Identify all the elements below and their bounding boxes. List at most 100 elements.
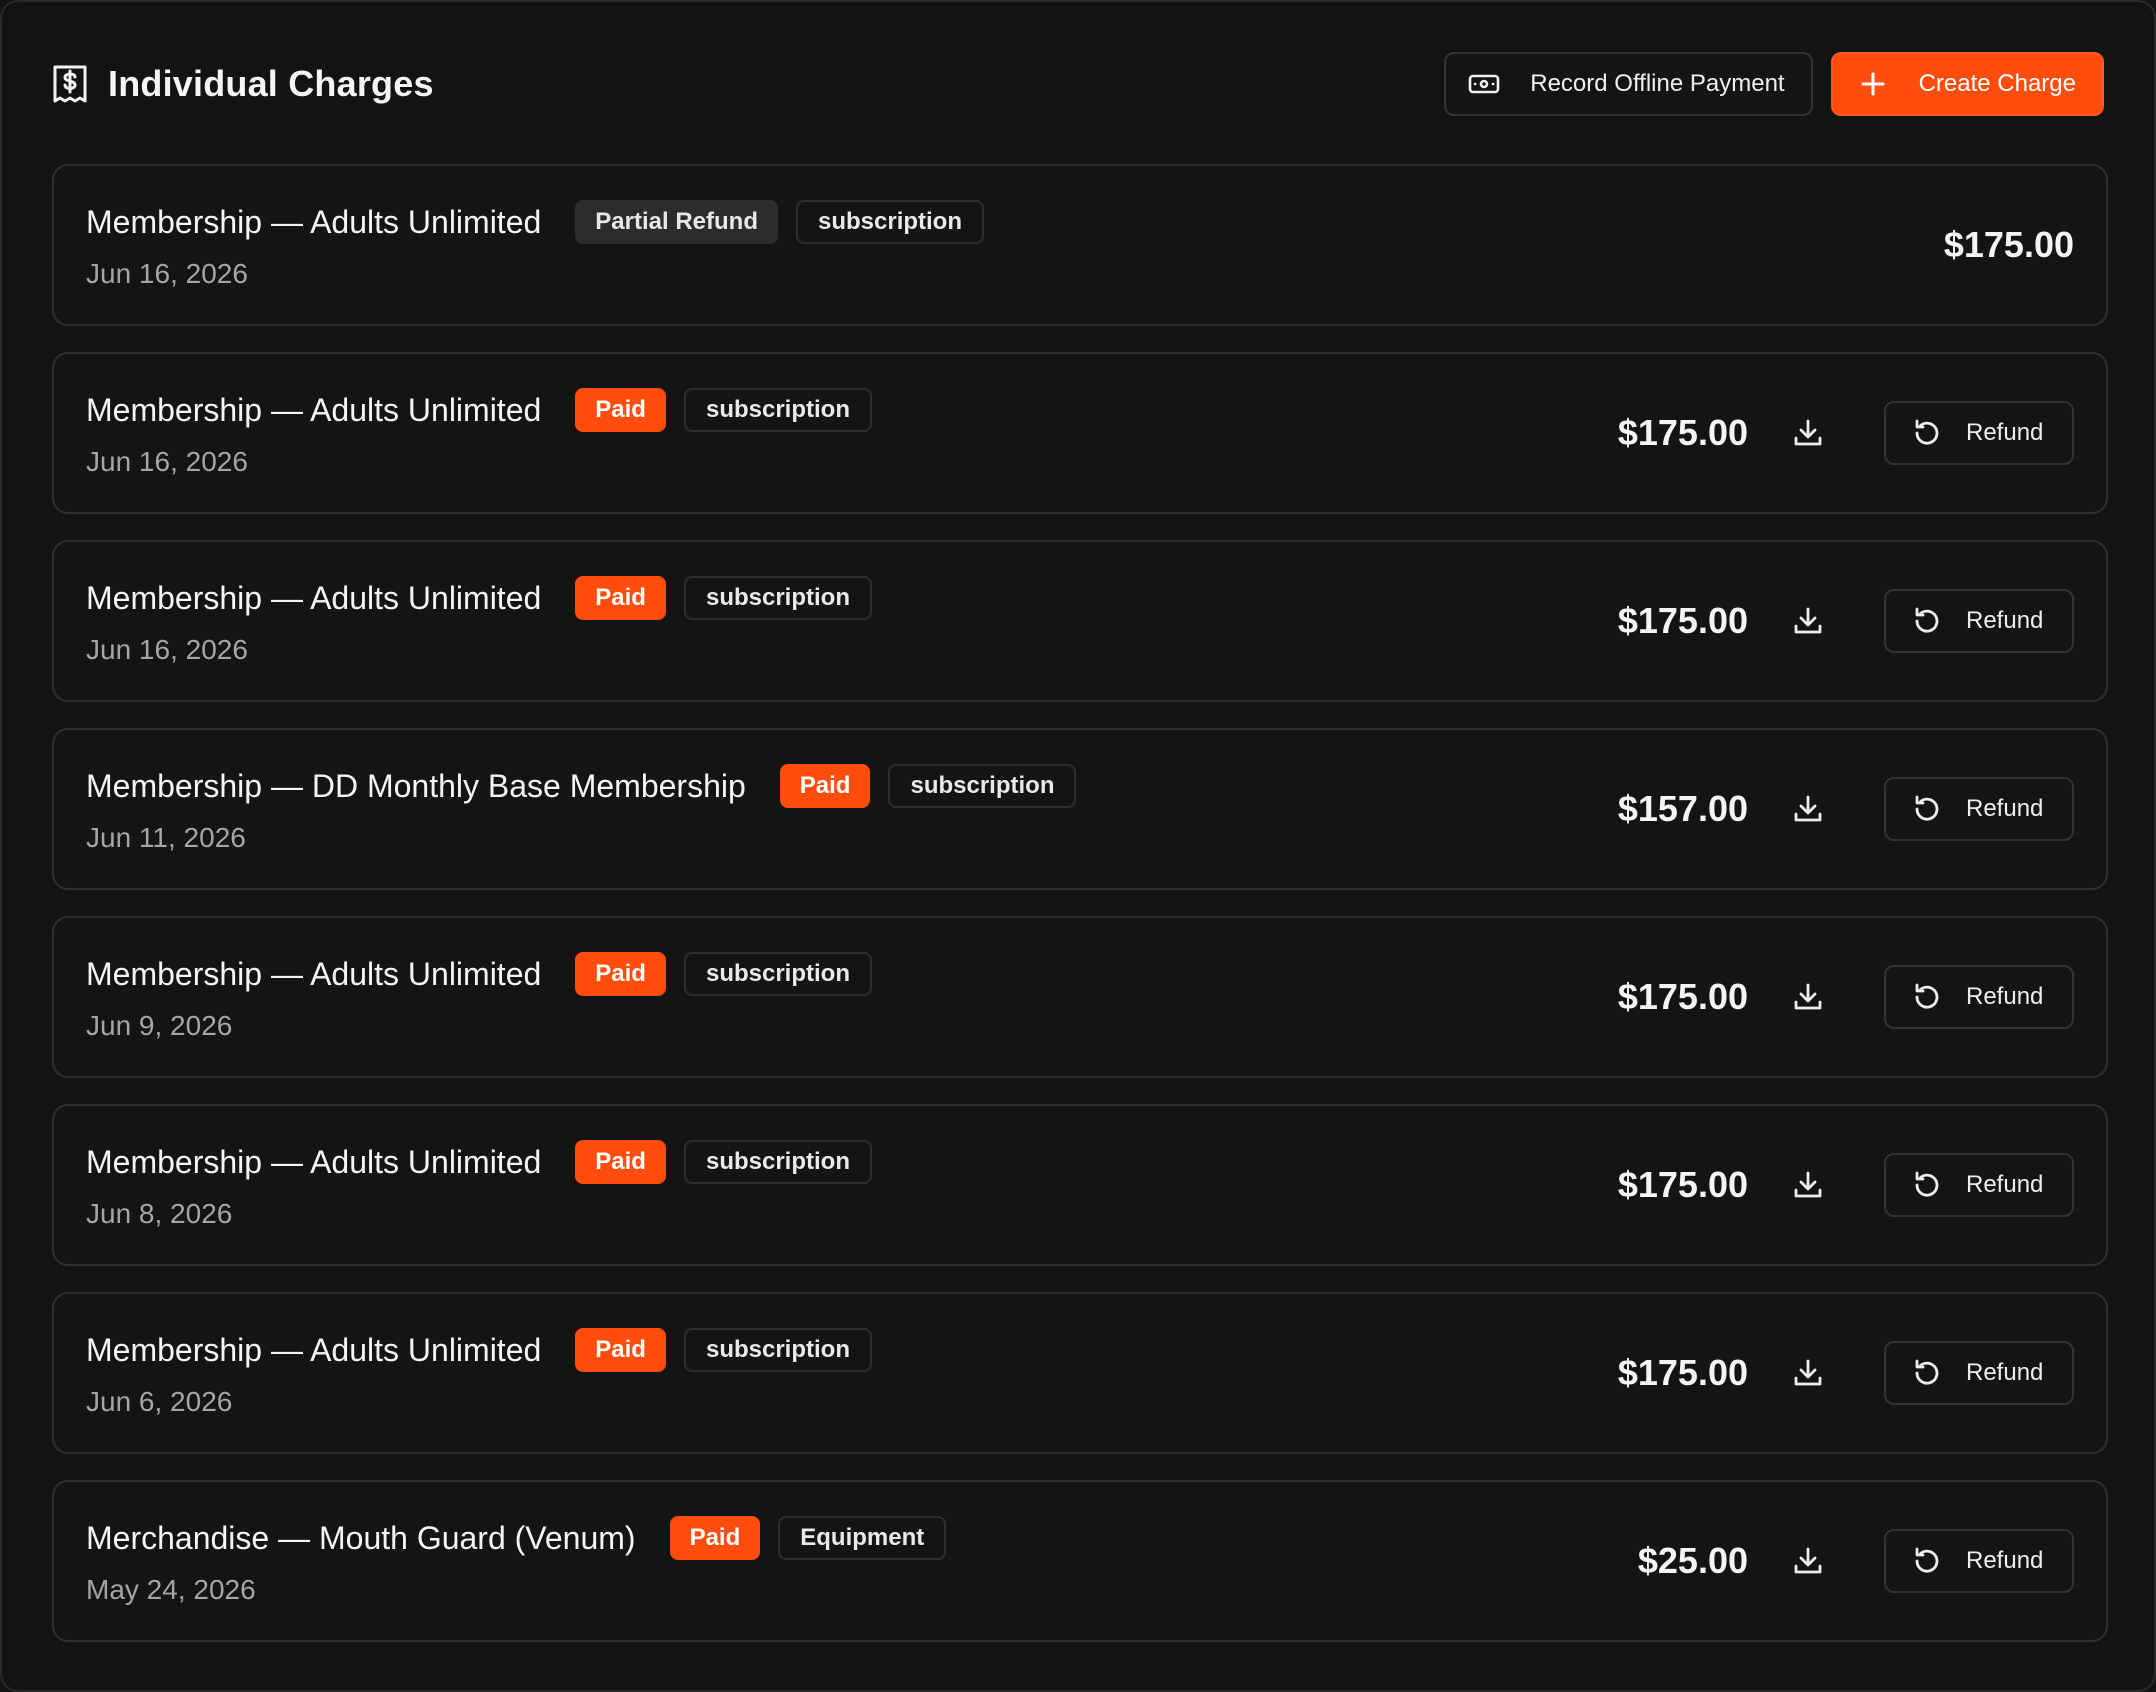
charge-actions: $175.00 bbox=[1944, 224, 2074, 266]
charge-row[interactable]: Merchandise — Mouth Guard (Venum) Paid E… bbox=[52, 1480, 2108, 1642]
record-offline-payment-button[interactable]: Record Offline Payment bbox=[1444, 52, 1813, 116]
download-icon bbox=[1794, 983, 1822, 1010]
refund-rotate-icon bbox=[1915, 419, 1939, 445]
download-receipt-button[interactable] bbox=[1778, 967, 1838, 1027]
charge-date: May 24, 2026 bbox=[86, 1574, 256, 1605]
status-badge: Paid bbox=[669, 1516, 761, 1560]
type-badge: subscription bbox=[888, 764, 1077, 808]
charge-actions: $175.00 Refund bbox=[1618, 589, 2074, 653]
refund-rotate-icon bbox=[1915, 795, 1939, 821]
download-receipt-button[interactable] bbox=[1778, 1343, 1838, 1403]
refund-rotate-icon bbox=[1915, 983, 1939, 1009]
plus-icon bbox=[1861, 72, 1885, 96]
type-badge: subscription bbox=[683, 576, 872, 620]
charge-info: Membership — Adults Unlimited Paid subsc… bbox=[86, 388, 890, 478]
charge-title-line: Merchandise — Mouth Guard (Venum) Paid E… bbox=[86, 1516, 964, 1560]
type-badge: subscription bbox=[795, 200, 984, 244]
charge-row[interactable]: Membership — Adults Unlimited Paid subsc… bbox=[52, 916, 2108, 1078]
charge-title: Merchandise — Mouth Guard (Venum) bbox=[86, 1519, 636, 1556]
charge-row[interactable]: Membership — Adults Unlimited Paid subsc… bbox=[52, 1104, 2108, 1266]
status-badge: Paid bbox=[575, 1328, 666, 1372]
charge-date: Jun 16, 2026 bbox=[86, 258, 248, 289]
charge-date: Jun 16, 2026 bbox=[86, 634, 248, 665]
create-charge-button[interactable]: Create Charge bbox=[1830, 52, 2104, 116]
type-badge: subscription bbox=[683, 1140, 872, 1184]
charge-actions: $25.00 Refund bbox=[1638, 1529, 2074, 1593]
charge-date: Jun 8, 2026 bbox=[86, 1198, 233, 1229]
charge-date: Jun 9, 2026 bbox=[86, 1010, 233, 1041]
panel-header: Individual Charges Record Offline Paymen… bbox=[52, 52, 2104, 116]
status-badge: Paid bbox=[575, 1140, 666, 1184]
download-icon bbox=[1794, 1359, 1822, 1386]
charge-title: Membership — Adults Unlimited bbox=[86, 1331, 542, 1368]
download-receipt-button[interactable] bbox=[1778, 403, 1838, 463]
charge-title: Membership — Adults Unlimited bbox=[86, 955, 542, 992]
charge-amount: $175.00 bbox=[1617, 412, 1748, 453]
charge-amount: $175.00 bbox=[1943, 224, 2074, 265]
charge-date: Jun 6, 2026 bbox=[86, 1386, 233, 1417]
type-badge: Equipment bbox=[778, 1516, 947, 1560]
refund-button[interactable]: Refund bbox=[1884, 1341, 2074, 1405]
charge-title-line: Membership — Adults Unlimited Paid subsc… bbox=[86, 388, 890, 432]
charge-title-line: Membership — Adults Unlimited Paid subsc… bbox=[86, 576, 890, 620]
download-receipt-button[interactable] bbox=[1778, 591, 1838, 651]
refund-rotate-icon bbox=[1915, 1171, 1939, 1197]
charge-title: Membership — Adults Unlimited bbox=[86, 203, 542, 240]
download-receipt-button[interactable] bbox=[1778, 779, 1838, 839]
status-badge: Paid bbox=[575, 388, 666, 432]
refund-button[interactable]: Refund bbox=[1884, 589, 2074, 653]
charge-title-line: Membership — Adults Unlimited Paid subsc… bbox=[86, 1328, 890, 1372]
charge-row[interactable]: Membership — Adults Unlimited Paid subsc… bbox=[52, 1292, 2108, 1454]
refund-label: Refund bbox=[1966, 607, 2044, 634]
download-icon bbox=[1794, 795, 1822, 822]
charge-list: Membership — Adults Unlimited Partial Re… bbox=[52, 164, 2108, 1642]
charge-title: Membership — Adults Unlimited bbox=[86, 391, 542, 428]
type-badge: subscription bbox=[683, 952, 872, 996]
charge-row[interactable]: Membership — Adults Unlimited Paid subsc… bbox=[52, 352, 2108, 514]
refund-button[interactable]: Refund bbox=[1884, 777, 2074, 841]
charge-info: Membership — Adults Unlimited Paid subsc… bbox=[86, 952, 890, 1042]
refund-label: Refund bbox=[1966, 419, 2044, 446]
status-badge: Partial Refund bbox=[575, 200, 778, 244]
charge-amount: $175.00 bbox=[1617, 1164, 1748, 1205]
refund-button[interactable]: Refund bbox=[1884, 1529, 2074, 1593]
refund-button[interactable]: Refund bbox=[1884, 1153, 2074, 1217]
header-actions: Record Offline Payment Create Charge bbox=[1444, 52, 2104, 116]
refund-button[interactable]: Refund bbox=[1884, 965, 2074, 1029]
charge-date: Jun 11, 2026 bbox=[86, 822, 246, 853]
charge-amount: $175.00 bbox=[1617, 976, 1748, 1017]
refund-label: Refund bbox=[1966, 1547, 2044, 1574]
refund-rotate-icon bbox=[1915, 607, 1939, 633]
refund-button[interactable]: Refund bbox=[1884, 401, 2074, 465]
refund-label: Refund bbox=[1966, 1359, 2044, 1386]
charge-info: Merchandise — Mouth Guard (Venum) Paid E… bbox=[86, 1516, 964, 1606]
download-receipt-button[interactable] bbox=[1778, 1531, 1838, 1591]
charge-actions: $175.00 Refund bbox=[1618, 1341, 2074, 1405]
charge-title: Membership — DD Monthly Base Membership bbox=[86, 767, 746, 804]
type-badge: subscription bbox=[683, 1328, 872, 1372]
charge-title-line: Membership — Adults Unlimited Partial Re… bbox=[86, 200, 1002, 244]
charge-actions: $175.00 Refund bbox=[1618, 965, 2074, 1029]
charge-actions: $175.00 Refund bbox=[1618, 1153, 2074, 1217]
charges-panel: Individual Charges Record Offline Paymen… bbox=[0, 0, 2156, 1692]
charge-row[interactable]: Membership — Adults Unlimited Paid subsc… bbox=[52, 540, 2108, 702]
charge-amount: $175.00 bbox=[1617, 1352, 1748, 1393]
download-receipt-button[interactable] bbox=[1778, 1155, 1838, 1215]
refund-rotate-icon bbox=[1915, 1359, 1939, 1385]
charge-amount: $25.00 bbox=[1637, 1540, 1748, 1581]
create-charge-label: Create Charge bbox=[1918, 70, 2076, 97]
charge-title-line: Membership — Adults Unlimited Paid subsc… bbox=[86, 952, 890, 996]
charge-row[interactable]: Membership — DD Monthly Base Membership … bbox=[52, 728, 2108, 890]
download-icon bbox=[1794, 1547, 1822, 1574]
charge-row[interactable]: Membership — Adults Unlimited Partial Re… bbox=[52, 164, 2108, 326]
download-icon bbox=[1794, 419, 1822, 446]
charge-info: Membership — Adults Unlimited Paid subsc… bbox=[86, 576, 890, 666]
charge-amount: $157.00 bbox=[1617, 788, 1748, 829]
charge-title: Membership — Adults Unlimited bbox=[86, 579, 542, 616]
record-offline-payment-label: Record Offline Payment bbox=[1530, 70, 1785, 97]
status-badge: Paid bbox=[779, 764, 871, 808]
charge-actions: $157.00 Refund bbox=[1618, 777, 2074, 841]
receipt-dollar-icon bbox=[53, 65, 87, 103]
refund-label: Refund bbox=[1966, 983, 2044, 1010]
status-badge: Paid bbox=[575, 576, 666, 620]
